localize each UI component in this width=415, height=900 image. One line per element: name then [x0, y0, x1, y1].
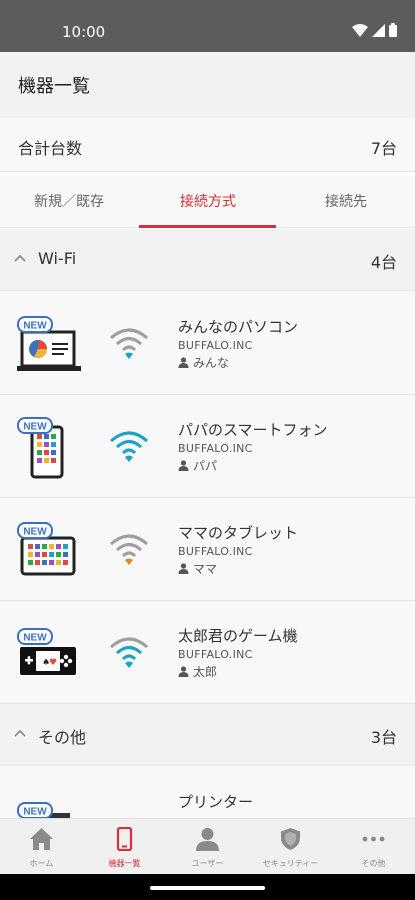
- wifi-signal-icon: [110, 637, 148, 668]
- device-maker: BUFFALO.INC: [178, 339, 253, 352]
- device-owner-name: みんな: [193, 356, 230, 370]
- shield-icon: [281, 828, 300, 850]
- new-badge: NEW: [23, 633, 47, 644]
- page-title: 機器一覧: [18, 76, 90, 97]
- device-owner-name: 太郎: [193, 665, 218, 679]
- person-icon: [178, 666, 189, 677]
- person-icon: [178, 563, 189, 574]
- home-indicator[interactable]: [150, 886, 265, 890]
- tab-new-existing[interactable]: 新規／既存: [0, 176, 138, 228]
- device-owner: ママ: [178, 560, 217, 577]
- wifi-status-icon: [352, 23, 368, 37]
- device-maker: BUFFALO.INC: [178, 545, 253, 558]
- new-badge: NEW: [23, 422, 47, 433]
- device-maker: BUFFALO.INC: [178, 648, 253, 661]
- person-icon: [178, 357, 189, 368]
- smartphone-icon: NEW: [17, 417, 64, 479]
- tab-connection-type[interactable]: 接続方式: [139, 176, 277, 228]
- game-console-icon: ♠ ♥ NEW: [17, 628, 76, 675]
- user-icon: [196, 828, 219, 851]
- tab-connection-target[interactable]: 接続先: [277, 176, 415, 228]
- status-bar: 10:00: [0, 0, 415, 52]
- nav-more[interactable]: その他: [332, 819, 415, 875]
- status-icons: [352, 23, 397, 37]
- section-header-other[interactable]: その他 3台: [0, 704, 415, 766]
- device-name: パパのスマートフォン: [178, 421, 328, 439]
- nav-security[interactable]: セキュリティー: [249, 819, 332, 875]
- bottom-navigation: ホーム 機器一覧 ユーザー セキュリティー その他: [0, 818, 415, 874]
- battery-icon: [389, 23, 397, 37]
- total-count-label: 合計台数: [18, 139, 83, 158]
- person-icon: [178, 460, 189, 471]
- section-count: 3台: [370, 728, 397, 747]
- home-icon: [30, 828, 53, 850]
- nav-label: その他: [361, 859, 386, 868]
- wifi-signal-icon: [110, 328, 148, 359]
- laptop-icon: NEW: [17, 316, 81, 371]
- device-name: プリンター: [178, 793, 254, 811]
- wifi-signal-icon: [110, 534, 148, 565]
- status-time: 10:00: [62, 23, 106, 41]
- device-name: ママのタブレット: [178, 524, 299, 542]
- nav-user[interactable]: ユーザー: [166, 819, 249, 875]
- device-list-icon: [116, 827, 133, 851]
- total-count-value: 7台: [370, 139, 397, 158]
- device-owner: パパ: [178, 457, 217, 474]
- section-title: Wi-Fi: [38, 249, 77, 268]
- section-header-wifi[interactable]: Wi-Fi 4台: [0, 229, 415, 291]
- device-maker: BUFFALO.INC: [178, 442, 253, 455]
- section-title: その他: [38, 728, 87, 747]
- tablet-icon: NEW: [17, 522, 76, 576]
- device-name: 太郎君のゲーム機: [178, 627, 298, 645]
- device-owner: みんな: [178, 354, 229, 371]
- nav-label: セキュリティー: [262, 859, 319, 868]
- device-name: みんなのパソコン: [178, 318, 299, 336]
- system-navigation-bar: [0, 874, 415, 900]
- active-tab-indicator: [139, 225, 276, 228]
- device-row[interactable]: NEW みんなのパソコン BUFFALO.INC みんな: [0, 292, 415, 395]
- nav-label: 機器一覧: [108, 859, 141, 868]
- svg-text:♥: ♥: [49, 658, 57, 668]
- new-badge: NEW: [23, 807, 47, 818]
- wifi-signal-icon: [110, 431, 148, 462]
- device-owner-name: パパ: [193, 459, 218, 473]
- device-row[interactable]: NEW ママのタブレット BUFFALO.INC ママ: [0, 498, 415, 601]
- device-row[interactable]: NEW パパのスマートフォン BUFFALO.INC パパ: [0, 395, 415, 498]
- device-row[interactable]: ♠ ♥ NEW 太郎君のゲーム機 BUFFALO.INC 太郎: [0, 601, 415, 704]
- nav-device-list[interactable]: 機器一覧: [83, 819, 166, 875]
- device-owner: 太郎: [178, 663, 217, 680]
- more-icon: [362, 836, 385, 842]
- total-count-row: 合計台数 7台: [0, 118, 415, 172]
- nav-label: ユーザー: [191, 859, 224, 868]
- chevron-up-icon: [14, 729, 26, 737]
- new-badge: NEW: [23, 321, 47, 332]
- app-header: 機器一覧: [0, 52, 415, 112]
- signal-icon: [372, 23, 385, 37]
- nav-home[interactable]: ホーム: [0, 819, 83, 875]
- nav-label: ホーム: [29, 859, 54, 868]
- section-count: 4台: [370, 253, 397, 272]
- tab-bar: 新規／既存 接続方式 接続先: [0, 176, 415, 228]
- chevron-up-icon: [14, 254, 26, 262]
- new-badge: NEW: [23, 527, 47, 538]
- device-owner-name: ママ: [193, 562, 218, 576]
